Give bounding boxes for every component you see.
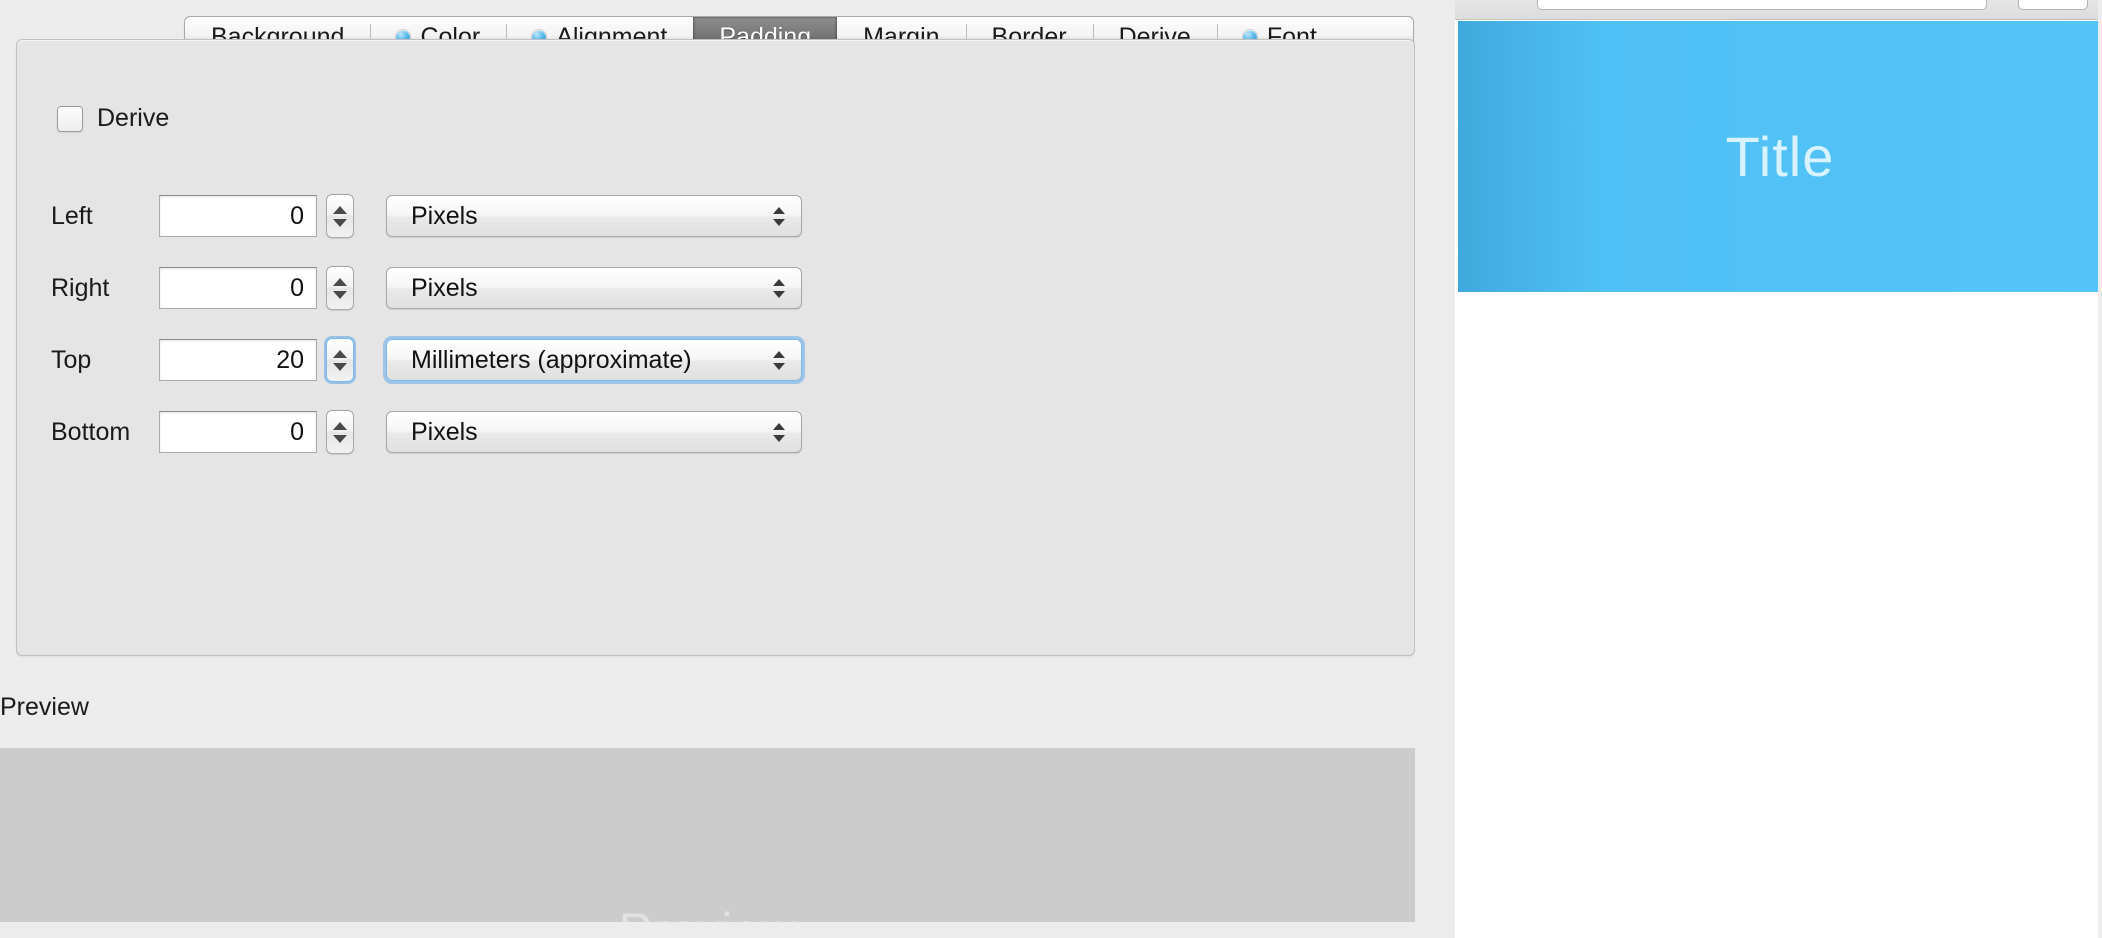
bottom-stepper[interactable] <box>326 410 354 454</box>
padding-row-bottom: Bottom 0 Pixels <box>17 396 1414 468</box>
top-unit-text: Millimeters (approximate) <box>411 345 692 374</box>
stepper-down-icon[interactable] <box>333 218 347 227</box>
padding-row-left: Left 0 Pixels <box>17 180 1414 252</box>
chevron-updown-icon <box>773 340 785 380</box>
left-unit-text: Pixels <box>411 201 478 230</box>
combo-down-icon <box>773 218 785 226</box>
top-value-text: 20 <box>276 345 304 374</box>
preview-bottom-strip <box>0 922 1415 930</box>
preview-area: Preview <box>0 748 1415 930</box>
label-top: Top <box>51 345 92 374</box>
right-value-input[interactable]: 0 <box>159 267 317 309</box>
chevron-updown-icon <box>773 196 785 236</box>
right-unit-dropdown[interactable]: Pixels <box>386 267 802 309</box>
left-value-text: 0 <box>290 201 304 230</box>
bottom-value-text: 0 <box>290 417 304 446</box>
right-edge-strip <box>2098 0 2102 938</box>
stepper-up-icon[interactable] <box>333 349 347 358</box>
combo-down-icon <box>773 362 785 370</box>
document-body <box>1458 292 2102 938</box>
stepper-down-icon[interactable] <box>333 434 347 443</box>
right-value-text: 0 <box>290 273 304 302</box>
label-left: Left <box>51 201 93 230</box>
document-title-banner: Title <box>1458 21 2102 292</box>
top-stepper[interactable] <box>326 338 354 382</box>
document-toolbar <box>1455 0 2102 20</box>
settings-pane: Background Color Alignment Padding Margi… <box>0 0 1455 938</box>
screen-root: Background Color Alignment Padding Margi… <box>0 0 2102 938</box>
stepper-up-icon[interactable] <box>333 205 347 214</box>
padding-settings-panel: Derive Left 0 Pixels Right 0 Pixels Top … <box>16 39 1415 656</box>
document-preview-pane: Title <box>1455 0 2102 938</box>
window-gap <box>1415 0 1460 938</box>
right-unit-text: Pixels <box>411 273 478 302</box>
combo-down-icon <box>773 434 785 442</box>
top-unit-dropdown[interactable]: Millimeters (approximate) <box>386 339 802 381</box>
left-stepper[interactable] <box>326 194 354 238</box>
top-value-input[interactable]: 20 <box>159 339 317 381</box>
bottom-value-input[interactable]: 0 <box>159 411 317 453</box>
document-search-field[interactable] <box>1537 0 1987 10</box>
combo-up-icon <box>773 350 785 358</box>
document-secondary-field[interactable] <box>2018 0 2088 10</box>
combo-up-icon <box>773 278 785 286</box>
bottom-unit-dropdown[interactable]: Pixels <box>386 411 802 453</box>
left-value-input[interactable]: 0 <box>159 195 317 237</box>
chevron-updown-icon <box>773 268 785 308</box>
padding-form: Left 0 Pixels Right 0 Pixels Top 20 Mill… <box>17 180 1414 468</box>
label-bottom: Bottom <box>51 417 131 446</box>
label-right: Right <box>51 273 110 302</box>
combo-down-icon <box>773 290 785 298</box>
derive-checkbox-row[interactable]: Derive <box>57 104 169 133</box>
document-title-text: Title <box>1725 125 1835 188</box>
chevron-updown-icon <box>773 412 785 452</box>
padding-row-right: Right 0 Pixels <box>17 252 1414 324</box>
combo-up-icon <box>773 422 785 430</box>
derive-checkbox[interactable] <box>57 105 83 132</box>
stepper-up-icon[interactable] <box>333 277 347 286</box>
derive-checkbox-label: Derive <box>97 104 170 132</box>
stepper-up-icon[interactable] <box>333 421 347 430</box>
preview-label: Preview <box>0 693 89 721</box>
bottom-unit-text: Pixels <box>411 417 478 446</box>
padding-row-top: Top 20 Millimeters (approximate) <box>17 324 1414 396</box>
left-unit-dropdown[interactable]: Pixels <box>386 195 802 237</box>
stepper-down-icon[interactable] <box>333 290 347 299</box>
right-stepper[interactable] <box>326 266 354 310</box>
stepper-down-icon[interactable] <box>333 362 347 371</box>
combo-up-icon <box>773 206 785 214</box>
